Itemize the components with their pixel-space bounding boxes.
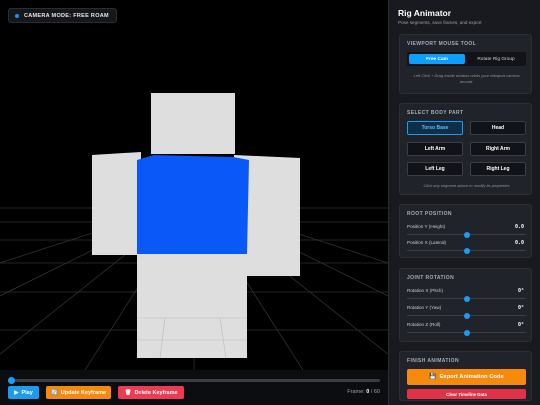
panel-subtitle: Pose segments, save frames, and export [398, 20, 482, 25]
position-y-value: 0.0 [514, 224, 524, 230]
mouse-tool-toggle: Free Cam Rotate Rig Group [407, 52, 526, 66]
position-x-value: 0.0 [514, 240, 524, 246]
rotate-rig-group-option[interactable]: Rotate Rig Group [468, 54, 524, 64]
rotation-x-label: Rotation X (Pitch) [407, 288, 443, 293]
part-right-leg[interactable]: Right Leg [470, 162, 526, 176]
rig-left-leg[interactable] [137, 254, 193, 358]
play-button[interactable]: ▶ Play [8, 386, 39, 399]
body-part-heading: SELECT BODY PART [407, 110, 464, 116]
floppy-disk-icon: 💾 [429, 374, 437, 380]
rig-right-leg[interactable] [193, 254, 247, 358]
body-part-card: SELECT BODY PART Torso Base Head Left Ar… [399, 103, 532, 195]
part-left-leg[interactable]: Left Leg [407, 162, 463, 176]
root-position-heading: ROOT POSITION [407, 211, 452, 217]
clear-timeline-data-button[interactable]: Clear Timeline Data [407, 389, 526, 399]
timeline-scrubber-handle[interactable] [8, 377, 15, 384]
status-dot-icon [15, 13, 19, 18]
delete-keyframe-label: Delete Keyframe [134, 389, 178, 396]
play-icon: ▶ [14, 389, 19, 396]
position-y-slider-handle[interactable] [463, 231, 470, 238]
export-animation-code-button[interactable]: 💾 Export Animation Code [407, 369, 526, 385]
mouse-tool-card: VIEWPORT MOUSE TOOL Free Cam Rotate Rig … [399, 34, 532, 94]
rotation-y-label: Rotation Y (Yaw) [407, 305, 442, 310]
body-part-hint: Click any segment above to modify its pr… [423, 183, 510, 188]
position-x-label: Position X (Lateral) [407, 240, 447, 245]
rotation-z-slider[interactable] [407, 329, 526, 336]
free-cam-option[interactable]: Free Cam [409, 54, 465, 64]
part-torso-base[interactable]: Torso Base [407, 121, 463, 135]
rotation-z-slider-handle[interactable] [463, 329, 470, 336]
rotation-y-value: 0° [517, 305, 524, 311]
timeline-bar: ▶ Play 🔄 Update Keyframe 🗑 Delete Keyfra… [0, 370, 388, 405]
rotation-y-slider[interactable] [407, 312, 526, 319]
position-x-slider-handle[interactable] [463, 247, 470, 254]
viewport-3d[interactable]: CAMERA MODE: FREE ROAM ▶ Play 🔄 Update K… [0, 0, 388, 405]
mouse-tool-heading: VIEWPORT MOUSE TOOL [407, 41, 477, 47]
part-left-arm[interactable]: Left Arm [407, 142, 463, 156]
rig-torso[interactable] [137, 155, 249, 254]
finish-animation-heading: FINISH ANIMATION [407, 358, 459, 364]
frame-label: Frame: [347, 389, 365, 395]
rotation-z-value: 0° [517, 322, 524, 328]
part-head[interactable]: Head [470, 121, 526, 135]
frame-current: 0 [366, 389, 370, 395]
mouse-tool-hint: Left Click + Drag inside window orbits y… [413, 73, 520, 84]
play-label: Play [21, 389, 33, 396]
refresh-icon: 🔄 [50, 389, 58, 396]
rotation-x-value: 0° [517, 288, 524, 294]
rig-model[interactable] [92, 93, 300, 359]
timeline-track[interactable] [8, 379, 380, 382]
finish-animation-card: FINISH ANIMATION 💾 Export Animation Code… [399, 351, 532, 401]
rig-head[interactable] [151, 93, 235, 154]
joint-rotation-card: JOINT ROTATION Rotation X (Pitch) 0° Rot… [399, 268, 532, 342]
rig-left-arm[interactable] [92, 152, 141, 255]
panel-title: Rig Animator [398, 8, 452, 18]
trash-icon: 🗑 [124, 389, 132, 396]
camera-mode-badge: CAMERA MODE: FREE ROAM [8, 8, 117, 23]
position-x-slider[interactable] [407, 247, 526, 254]
frame-total: / 60 [370, 389, 380, 395]
camera-mode-label: CAMERA MODE: FREE ROAM [24, 12, 109, 19]
export-label: Export Animation Code [439, 374, 504, 380]
scene-canvas[interactable] [0, 0, 388, 370]
part-right-arm[interactable]: Right Arm [470, 142, 526, 156]
rig-animator-panel: Rig Animator Pose segments, save frames,… [388, 0, 540, 405]
rotation-y-slider-handle[interactable] [463, 312, 470, 319]
frame-readout: Frame: 0 / 60 [347, 389, 380, 395]
root-position-card: ROOT POSITION Position Y (Height) 0.0 Po… [399, 204, 532, 258]
rotation-x-slider[interactable] [407, 295, 526, 302]
position-y-slider[interactable] [407, 231, 526, 238]
rotation-z-label: Rotation Z (Roll) [407, 322, 441, 327]
delete-keyframe-button[interactable]: 🗑 Delete Keyframe [118, 386, 184, 399]
rotation-x-slider-handle[interactable] [463, 295, 470, 302]
joint-rotation-heading: JOINT ROTATION [407, 275, 455, 281]
position-y-label: Position Y (Height) [407, 224, 446, 229]
update-keyframe-label: Update Keyframe [60, 389, 107, 396]
update-keyframe-button[interactable]: 🔄 Update Keyframe [46, 386, 111, 399]
